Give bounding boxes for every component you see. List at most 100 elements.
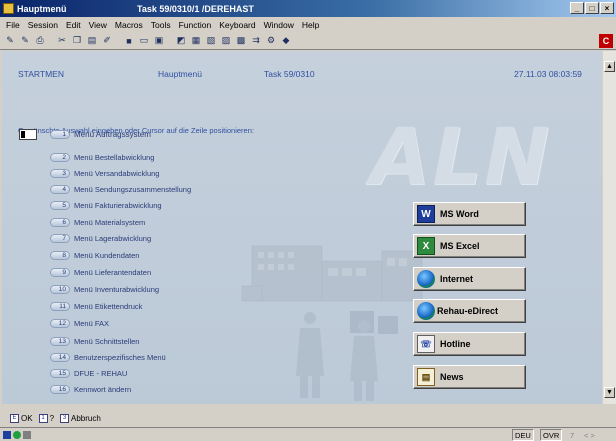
menu-item-label: Menü Bestellabwicklung (74, 153, 155, 162)
menu-item-number: 13 (50, 337, 70, 346)
fkey-cancel-key: 3 (60, 413, 70, 423)
ms-excel-label: MS Excel (440, 241, 480, 251)
fkey-ok-key: E (10, 413, 19, 423)
scroll-up-icon[interactable]: ▲ (604, 61, 615, 72)
menu-view[interactable]: View (85, 20, 111, 30)
help-icon[interactable]: ◆ (280, 35, 292, 47)
window-title: Hauptmenü (17, 3, 67, 14)
window-icon[interactable]: ▭ (138, 35, 150, 47)
toolbar: ✎ ✎ ⎙ ✂ ❐ ▤ ✐ ■ ▭ ▣ ◩ ▦ ▧ ▨ ▩ ⇉ ⚙ ◆ C (0, 32, 616, 50)
menu-item-number: 11 (50, 302, 70, 311)
keyboard-icon[interactable]: ▨ (220, 35, 232, 47)
menu-item-label: Menü FAX (74, 319, 110, 328)
language-indicator: DEU (512, 429, 534, 441)
ms-word-label: MS Word (440, 209, 479, 219)
screen-datetime: 27.11.03 08:03:59 (514, 69, 582, 79)
menu-item-14[interactable]: 14 Benutzerspezifisches Menü (50, 352, 166, 363)
aln-watermark: ALN (370, 113, 552, 203)
play-icon[interactable]: ▧ (205, 35, 217, 47)
hotline-button[interactable]: ☏ Hotline (413, 332, 526, 356)
fkey-ok[interactable]: E OK (10, 413, 33, 423)
menu-file[interactable]: File (2, 20, 24, 30)
status-extra: < > (584, 430, 595, 440)
paste-icon[interactable]: ▤ (86, 35, 98, 47)
frame-icon[interactable]: ▣ (153, 35, 165, 47)
news-button[interactable]: ▤ News (413, 365, 526, 389)
internet-button[interactable]: Internet (413, 267, 526, 291)
print-icon[interactable]: ⎙ (34, 35, 46, 47)
settings-icon[interactable]: ▩ (235, 35, 247, 47)
menu-item-5[interactable]: 5 Menü Fakturierabwicklung (50, 200, 162, 211)
menu-item-label: Menü Etikettendruck (74, 302, 143, 311)
maximize-button[interactable]: □ (585, 2, 599, 14)
menu-item-number: 2 (50, 153, 70, 162)
status-bar: DEU OVR 7 < > (0, 427, 616, 441)
screen-code: STARTMEN (18, 69, 64, 79)
record-icon[interactable]: ▦ (190, 35, 202, 47)
menu-item-1[interactable]: 1 Menü Auftragssystem (50, 129, 151, 140)
menu-help[interactable]: Help (298, 20, 323, 30)
menu-item-6[interactable]: 6 Menü Materialsystem (50, 217, 145, 228)
session-icon (3, 430, 11, 439)
fkey-help[interactable]: 1 ? (38, 413, 54, 423)
rehau-edirect-label: Rehau-eDirect (437, 306, 499, 316)
copy-icon[interactable]: ❐ (71, 35, 83, 47)
menu-item-10[interactable]: 10 Menü Inventurabwicklung (50, 284, 159, 295)
menu-item-3[interactable]: 3 Menü Versandabwicklung (50, 168, 159, 179)
fkey-cancel[interactable]: 3 Abbruch (60, 413, 101, 423)
menu-item-number: 15 (50, 369, 70, 378)
menu-macros[interactable]: Macros (111, 20, 147, 30)
menu-item-label: Menü Sendungszusammenstellung (74, 185, 192, 194)
menu-item-13[interactable]: 13 Menü Schnittstellen (50, 336, 139, 347)
menu-edit[interactable]: Edit (62, 20, 85, 30)
menu-item-16[interactable]: 16 Kennwort ändern (50, 384, 131, 395)
menu-item-11[interactable]: 11 Menü Etikettendruck (50, 301, 142, 312)
menu-item-label: Menü Auftragssystem (74, 130, 151, 139)
menu-session[interactable]: Session (24, 20, 62, 30)
menu-tools[interactable]: Tools (147, 20, 175, 30)
menu-item-number: 8 (50, 251, 70, 260)
screen-title: Hauptmenü (158, 69, 202, 79)
menu-item-8[interactable]: 8 Menü Kundendaten (50, 250, 139, 261)
toolbar-separator (116, 35, 120, 47)
screen-icon[interactable]: ■ (123, 35, 135, 47)
word-icon: W (417, 205, 435, 223)
globe-icon (417, 270, 435, 288)
transfer-icon[interactable]: ⇉ (250, 35, 262, 47)
menu-item-4[interactable]: 4 Menü Sendungszusammenstellung (50, 184, 191, 195)
fkey-ok-label: OK (21, 413, 33, 423)
edit-icon[interactable]: ✐ (101, 35, 113, 47)
vertical-scrollbar[interactable]: ▲ ▼ (603, 51, 616, 404)
menu-item-number: 7 (50, 234, 70, 243)
menu-item-label: DFUE - REHAU (74, 369, 128, 378)
menu-window[interactable]: Window (260, 20, 298, 30)
menu-item-9[interactable]: 9 Menü Lieferantendaten (50, 267, 151, 278)
menu-item-15[interactable]: 15 DFUE - REHAU (50, 368, 127, 379)
window-controls: _ □ × (570, 2, 614, 14)
ms-word-button[interactable]: W MS Word (413, 202, 526, 226)
scroll-down-icon[interactable]: ▼ (604, 387, 615, 398)
menu-item-7[interactable]: 7 Menü Lagerabwicklung (50, 233, 151, 244)
menu-keyboard[interactable]: Keyboard (215, 20, 259, 30)
minimize-button[interactable]: _ (570, 2, 584, 14)
macro-icon[interactable]: ◩ (175, 35, 187, 47)
menu-item-2[interactable]: 2 Menü Bestellabwicklung (50, 152, 154, 163)
menu-item-12[interactable]: 12 Menü FAX (50, 318, 109, 329)
excel-icon: X (417, 237, 435, 255)
cut-icon[interactable]: ✂ (56, 35, 68, 47)
rehau-edirect-button[interactable]: Rehau-eDirect (413, 299, 526, 323)
menu-item-number: 9 (50, 268, 70, 277)
menu-item-label: Benutzerspezifisches Menü (74, 353, 166, 362)
fkey-cancel-label: Abbruch (71, 413, 101, 423)
menu-function[interactable]: Function (175, 20, 216, 30)
selection-input[interactable] (19, 129, 37, 140)
tools-icon[interactable]: ⚙ (265, 35, 277, 47)
disconnect-icon[interactable]: ✎ (19, 35, 31, 47)
app-icon (3, 3, 14, 14)
close-button[interactable]: × (600, 2, 614, 14)
emulator-screen: STARTMEN Hauptmenü Task 59/0310 27.11.03… (2, 51, 602, 404)
ms-excel-button[interactable]: X MS Excel (413, 234, 526, 258)
menu-item-number: 5 (50, 201, 70, 210)
newspaper-icon: ▤ (417, 368, 435, 386)
connect-icon[interactable]: ✎ (4, 35, 16, 47)
